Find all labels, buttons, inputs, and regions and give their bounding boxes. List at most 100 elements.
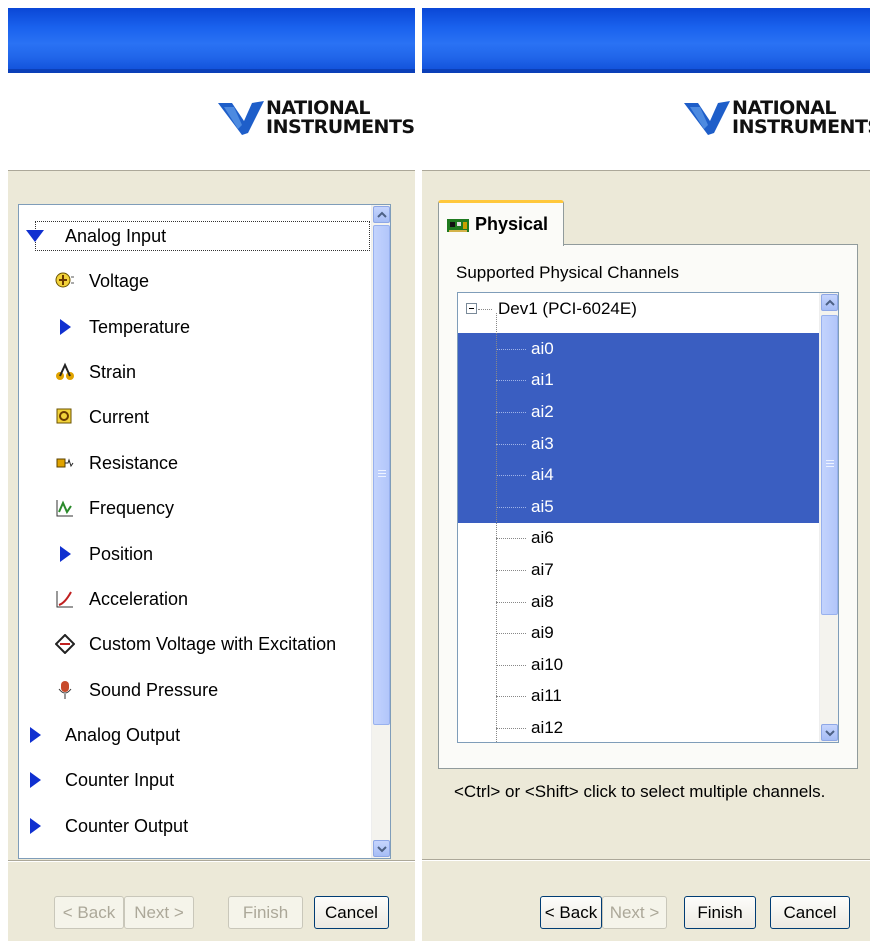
tree-item-label: Analog Input xyxy=(65,225,167,246)
current-icon xyxy=(55,407,75,427)
channel-label: ai4 xyxy=(531,465,554,485)
tree-item-label: Custom Voltage with Excitation xyxy=(89,633,337,654)
channel-label: ai5 xyxy=(531,496,554,516)
channel-row[interactable]: ai1 xyxy=(458,364,822,397)
channel-row[interactable]: ai11 xyxy=(458,681,822,713)
channel-row[interactable]: ai8 xyxy=(458,586,822,618)
scroll-up-button[interactable] xyxy=(821,294,838,311)
channel-row[interactable]: ai2 xyxy=(458,396,822,428)
channel-row[interactable]: ai4 xyxy=(458,459,822,491)
next-button[interactable]: Next > xyxy=(124,896,194,929)
task-tree-scrollbar[interactable] xyxy=(371,205,390,858)
resistance-icon xyxy=(55,453,75,473)
tree-item-analog-input[interactable]: Analog Input xyxy=(25,221,166,251)
supported-channels-label: Supported Physical Channels xyxy=(456,263,680,282)
finish-button[interactable]: Finish xyxy=(684,896,756,929)
voltage-icon xyxy=(55,271,75,291)
channel-label: ai6 xyxy=(531,528,554,548)
tree-item-frequency[interactable]: Frequency xyxy=(55,493,174,523)
frequency-icon xyxy=(55,498,75,518)
logo-instruments: INSTRUMENTS™ xyxy=(266,116,415,138)
tree-item-label: Counter Input xyxy=(65,769,175,790)
tree-item-sound-pressure[interactable]: Sound Pressure xyxy=(55,675,218,705)
title-bar xyxy=(422,8,870,73)
next-button[interactable]: Next > xyxy=(602,896,667,929)
chevron-down-icon xyxy=(825,730,835,737)
channel-scrollbar[interactable] xyxy=(819,293,838,742)
tab-label: Physical xyxy=(475,214,549,234)
button-separator xyxy=(8,860,415,862)
tree-item-resistance[interactable]: Resistance xyxy=(55,448,178,478)
tree-item-counter-output[interactable]: Counter Output xyxy=(25,811,188,841)
channel-label: ai12 xyxy=(531,717,564,737)
channel-label: ai11 xyxy=(531,686,562,706)
tree-item-label: Sound Pressure xyxy=(89,679,219,700)
channel-row[interactable]: ai0 xyxy=(458,333,822,365)
tree-item-current[interactable]: Current xyxy=(55,402,149,432)
task-type-panel: NATIONAL INSTRUMENTS™ Analog Input Voltag… xyxy=(8,8,415,941)
tree-item-label: Temperature xyxy=(89,316,191,337)
tree-item-voltage[interactable]: Voltage xyxy=(55,266,149,296)
tree-connector-line xyxy=(496,313,497,742)
collapsed-triangle-icon xyxy=(55,317,75,337)
tree-item-analog-output[interactable]: Analog Output xyxy=(25,720,180,750)
channel-label: ai3 xyxy=(531,433,554,453)
channel-row[interactable]: ai3 xyxy=(458,427,822,460)
scroll-down-button[interactable] xyxy=(373,840,390,857)
collapsed-triangle-icon xyxy=(55,544,75,564)
cancel-button[interactable]: Cancel xyxy=(314,896,389,929)
tree-item-label: Strain xyxy=(89,361,137,382)
channel-label: ai8 xyxy=(531,591,554,611)
tree-item-acceleration[interactable]: Acceleration xyxy=(55,584,188,614)
tree-item-position[interactable]: Position xyxy=(55,539,153,569)
tree-item-label: Resistance xyxy=(89,452,179,473)
strain-icon xyxy=(55,362,75,382)
tree-item-label: Position xyxy=(89,543,154,564)
channel-row[interactable]: ai12 xyxy=(458,712,822,742)
channel-row[interactable]: ai6 xyxy=(458,523,822,555)
scroll-down-button[interactable] xyxy=(821,724,838,741)
microphone-icon xyxy=(55,680,75,700)
scroll-thumb[interactable] xyxy=(821,315,838,615)
ni-eagle-icon xyxy=(218,101,264,135)
back-button[interactable]: < Back xyxy=(540,896,602,929)
task-tree[interactable]: Analog Input Voltage Temperature Strain Curr… xyxy=(18,204,391,859)
button-separator xyxy=(422,859,870,861)
tab-physical[interactable]: Physical xyxy=(438,200,564,246)
tree-item-strain[interactable]: Strain xyxy=(55,357,136,387)
channel-tree[interactable]: Dev1 (PCI-6024E) ai0 ai1 ai2 ai3 ai4 ai5 ai6 ai… xyxy=(457,292,839,743)
device-label: Dev1 (PCI-6024E) xyxy=(498,298,637,318)
tree-item-custom-voltage-with-excitation[interactable]: Custom Voltage with Excitation xyxy=(55,629,336,659)
expanded-triangle-icon xyxy=(25,226,45,246)
channel-row[interactable]: ai9 xyxy=(458,617,822,649)
tree-item-counter-input[interactable]: Counter Input xyxy=(25,765,174,795)
scroll-up-button[interactable] xyxy=(373,206,390,223)
channel-label: ai1 xyxy=(531,370,554,390)
channel-row[interactable]: ai7 xyxy=(458,554,822,586)
collapsed-triangle-icon xyxy=(25,816,45,836)
scroll-thumb[interactable] xyxy=(373,225,390,725)
back-button[interactable]: < Back xyxy=(54,896,124,929)
chevron-down-icon xyxy=(377,846,387,853)
tree-item-label: Current xyxy=(89,406,150,427)
tree-item-label: Voltage xyxy=(89,270,150,291)
multi-select-hint: <Ctrl> or <Shift> click to select multip… xyxy=(454,782,826,801)
chevron-up-icon xyxy=(377,211,387,218)
header-banner: NATIONAL INSTRUMENTS xyxy=(422,73,870,171)
channel-label: ai7 xyxy=(531,559,554,579)
daq-board-icon xyxy=(447,218,469,232)
chevron-up-icon xyxy=(825,299,835,306)
channel-row[interactable]: ai5 xyxy=(458,491,822,523)
cancel-button[interactable]: Cancel xyxy=(770,896,850,929)
collapsed-triangle-icon xyxy=(25,725,45,745)
finish-button[interactable]: Finish xyxy=(228,896,303,929)
collapse-icon[interactable] xyxy=(466,303,477,314)
tree-item-label: Analog Output xyxy=(65,724,181,745)
custom-voltage-icon xyxy=(55,634,75,654)
channel-label: ai10 xyxy=(531,654,564,674)
header-banner: NATIONAL INSTRUMENTS™ xyxy=(8,73,415,171)
logo-instruments: INSTRUMENTS xyxy=(732,116,870,138)
device-row[interactable]: Dev1 (PCI-6024E) xyxy=(458,293,822,325)
channel-row[interactable]: ai10 xyxy=(458,649,822,681)
tree-item-temperature[interactable]: Temperature xyxy=(55,312,190,342)
